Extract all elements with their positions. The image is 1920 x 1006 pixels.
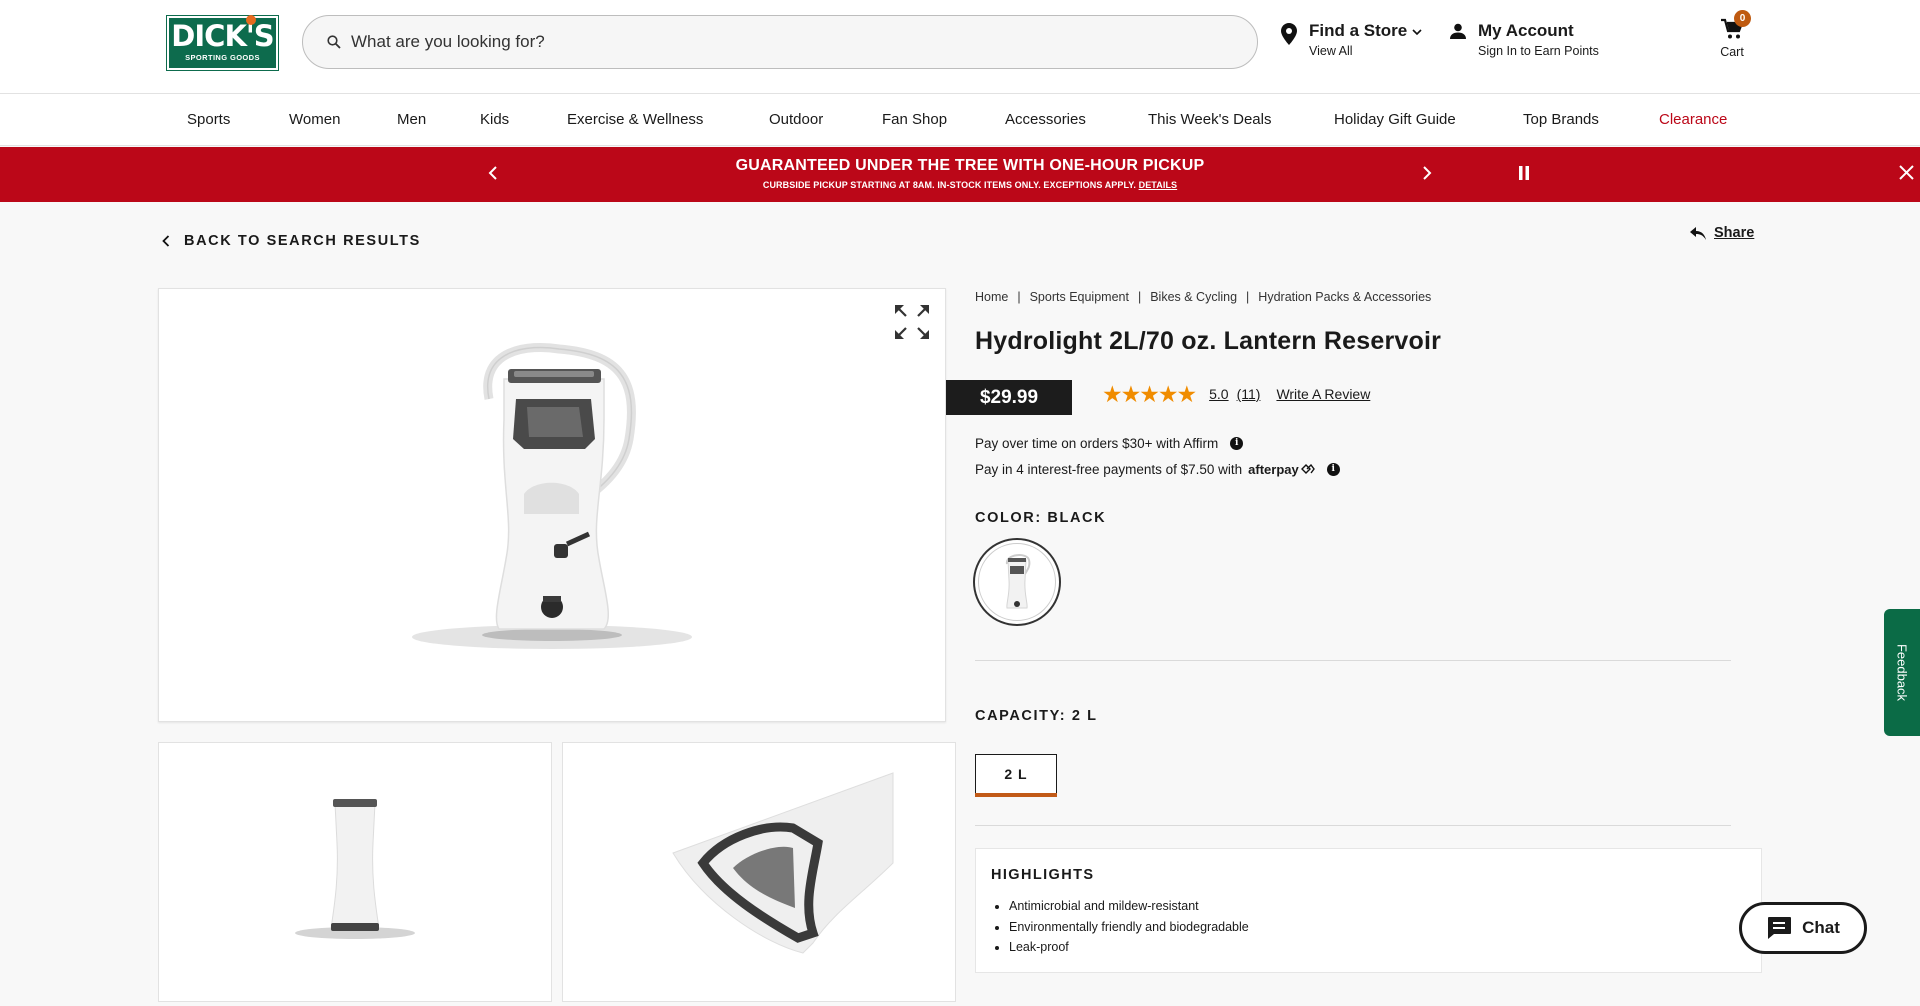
affirm-message: Pay over time on orders $30+ with Affirm… [975, 436, 1244, 451]
promo-details-link[interactable]: DETAILS [1139, 180, 1178, 190]
feedback-tab[interactable]: Feedback [1884, 609, 1920, 736]
my-account[interactable]: My Account Sign In to Earn Points [1450, 20, 1599, 59]
highlight-item: Environmentally friendly and biodegradab… [1009, 917, 1249, 938]
logo-dot [246, 15, 256, 25]
chevron-right-icon [1423, 166, 1432, 180]
info-icon[interactable]: i [1230, 437, 1244, 450]
star-rating-icon[interactable]: ★★★★★ [1102, 383, 1197, 406]
account-sub: Sign In to Earn Points [1478, 44, 1599, 58]
breadcrumb-bikes-cycling[interactable]: Bikes & Cycling [1150, 290, 1237, 304]
chat-label: Chat [1802, 918, 1840, 937]
cart-label: Cart [1720, 45, 1744, 59]
afterpay-message: Pay in 4 interest-free payments of $7.50… [975, 462, 1340, 477]
share-button[interactable]: Share [1690, 225, 1754, 241]
divider [975, 825, 1731, 826]
product-thumbnail[interactable] [158, 742, 552, 1002]
nav-item-top-brands[interactable]: Top Brands [1523, 111, 1599, 128]
highlights-title: HIGHLIGHTS [991, 867, 1095, 883]
cart-count-badge: 0 [1734, 10, 1751, 27]
cart-button[interactable]: 0 Cart [1712, 10, 1752, 59]
color-swatch-black[interactable] [973, 538, 1061, 626]
swatch-image [978, 543, 1056, 621]
highlights-panel: HIGHLIGHTS Antimicrobial and mildew-resi… [975, 848, 1762, 973]
review-count-link[interactable]: (11) [1237, 386, 1261, 402]
breadcrumb-separator: | [1246, 290, 1250, 304]
promo-close-button[interactable] [1893, 161, 1919, 187]
nav-item-exercise-wellness[interactable]: Exercise & Wellness [567, 111, 703, 128]
affirm-text: Pay over time on orders $30+ with Affirm [975, 436, 1219, 451]
nav-item-women[interactable]: Women [289, 111, 340, 128]
find-store[interactable]: Find a Store View All [1281, 20, 1422, 59]
highlights-list: Antimicrobial and mildew-resistant Envir… [1009, 896, 1249, 958]
promo-title: GUARANTEED UNDER THE TREE WITH ONE-HOUR … [735, 157, 1205, 174]
logo-subtext: SPORTING GOODS [185, 53, 260, 62]
location-pin-icon [1281, 23, 1297, 45]
capacity-label: CAPACITY: 2 L [975, 708, 1098, 724]
account-title: My Account [1478, 21, 1574, 40]
chevron-down-icon [1412, 29, 1422, 36]
hydration-reservoir-image [412, 342, 692, 649]
nav-item-sports[interactable]: Sports [187, 111, 230, 128]
share-arrow-icon [1690, 226, 1706, 240]
reservoir-swatch-icon [1005, 554, 1031, 609]
feedback-label: Feedback [1894, 643, 1910, 702]
nav-item-gift-guide[interactable]: Holiday Gift Guide [1334, 111, 1456, 128]
rating-summary: ★★★★★ 5.0 (11) Write A Review [1102, 383, 1370, 406]
nav-item-weekly-deals[interactable]: This Week's Deals [1148, 111, 1271, 128]
info-icon[interactable]: i [1326, 463, 1340, 476]
nav-item-men[interactable]: Men [397, 111, 426, 128]
nav-item-accessories[interactable]: Accessories [1005, 111, 1086, 128]
color-label: COLOR: BLACK [975, 510, 1107, 526]
share-label: Share [1714, 225, 1755, 241]
find-store-sub[interactable]: View All [1309, 43, 1422, 59]
search-bar[interactable] [302, 15, 1258, 69]
promo-next-button[interactable] [1414, 161, 1440, 187]
nav-item-fan-shop[interactable]: Fan Shop [882, 111, 947, 128]
breadcrumb-sports-equipment[interactable]: Sports Equipment [1030, 290, 1129, 304]
promo-subtitle: CURBSIDE PICKUP STARTING AT 8AM. IN-STOC… [762, 180, 1178, 190]
nav-item-kids[interactable]: Kids [480, 111, 509, 128]
divider [975, 660, 1731, 661]
nav-item-clearance[interactable]: Clearance [1659, 111, 1727, 128]
breadcrumb-hydration-packs[interactable]: Hydration Packs & Accessories [1258, 290, 1431, 304]
back-label: BACK TO SEARCH RESULTS [184, 233, 421, 249]
pause-icon [1519, 166, 1529, 180]
chat-button[interactable]: Chat [1739, 902, 1867, 954]
find-store-title: Find a Store [1309, 20, 1422, 42]
promo-pause-button[interactable] [1511, 161, 1537, 187]
reservoir-front-thumbnail [295, 799, 415, 939]
search-icon [327, 35, 341, 49]
chevron-left-icon [162, 235, 170, 247]
price-tag: $29.99 [946, 380, 1072, 415]
afterpay-logo: afterpay [1248, 462, 1315, 477]
rating-value[interactable]: 5.0 [1209, 386, 1228, 402]
write-review-link[interactable]: Write A Review [1276, 386, 1370, 402]
breadcrumb-separator: | [1017, 290, 1021, 304]
site-header: DICK'S SPORTING GOODS Find a Store View … [0, 0, 1920, 94]
expand-icon[interactable] [893, 303, 931, 341]
main-nav: Sports Women Men Kids Exercise & Wellnes… [0, 94, 1920, 146]
promo-banner: GUARANTEED UNDER THE TREE WITH ONE-HOUR … [0, 147, 1920, 202]
nav-item-outdoor[interactable]: Outdoor [769, 111, 823, 128]
reservoir-angle-thumbnail [672, 772, 894, 954]
back-to-search-link[interactable]: BACK TO SEARCH RESULTS [162, 233, 421, 249]
user-icon [1450, 23, 1466, 39]
search-input[interactable] [351, 32, 1231, 52]
afterpay-text: Pay in 4 interest-free payments of $7.50… [975, 462, 1243, 477]
product-main-image[interactable] [158, 288, 946, 722]
logo-text: DICK'S [171, 19, 274, 53]
breadcrumb-separator: | [1137, 290, 1142, 304]
chat-bubble-icon [1768, 917, 1792, 939]
highlight-item: Antimicrobial and mildew-resistant [1009, 896, 1249, 917]
product-thumbnail[interactable] [562, 742, 956, 1002]
highlight-item: Leak-proof [1009, 937, 1249, 958]
breadcrumb-home[interactable]: Home [975, 290, 1008, 304]
close-icon [1898, 165, 1914, 180]
capacity-option-2l[interactable]: 2 L [975, 754, 1057, 797]
afterpay-arrows-icon [1300, 463, 1315, 474]
product-title: Hydrolight 2L/70 oz. Lantern Reservoir [975, 327, 1442, 355]
breadcrumb: Home | Sports Equipment | Bikes & Cycling | Hy… [975, 290, 1431, 304]
dicks-logo[interactable]: DICK'S SPORTING GOODS [166, 15, 279, 71]
